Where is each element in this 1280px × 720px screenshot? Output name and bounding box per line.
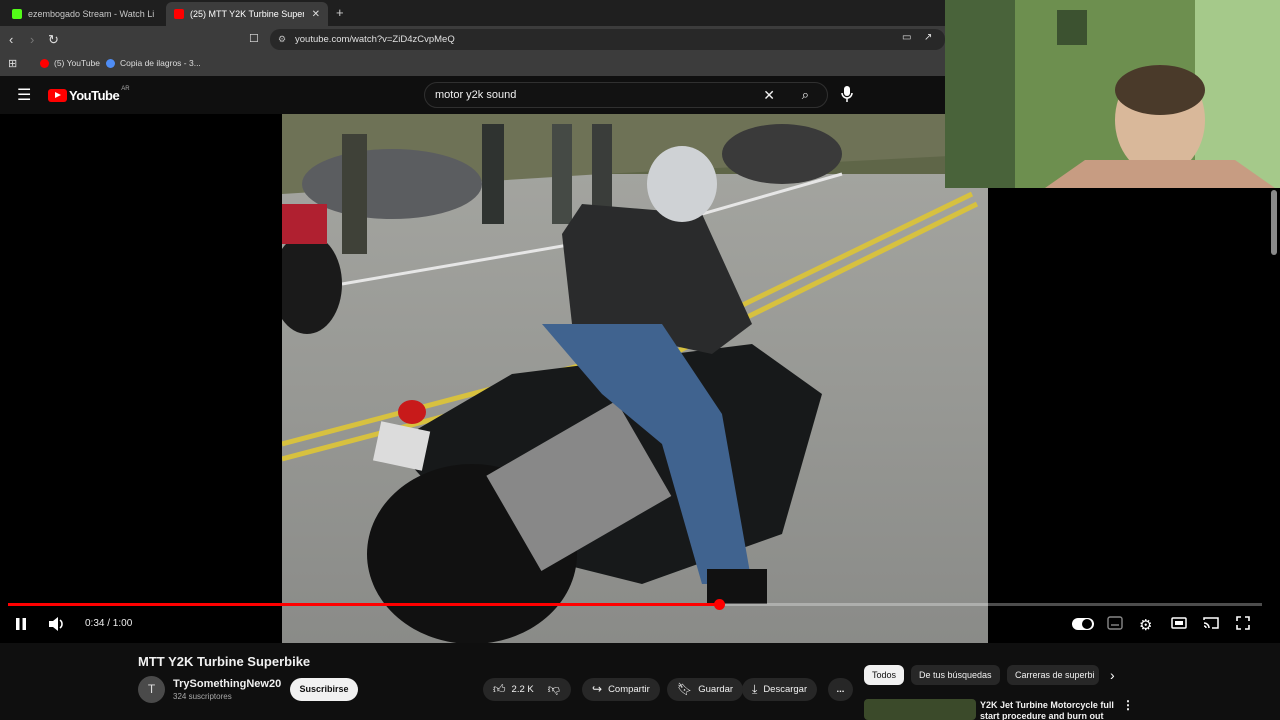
video-details: MTT Y2K Turbine Superbike T TrySomething… xyxy=(0,643,1280,720)
browser-tab-youtube[interactable]: (25) MTT Y2K Turbine Superb ✕ xyxy=(166,2,328,26)
bookmark-youtube[interactable]: (5) YouTube xyxy=(40,58,100,68)
bookmark-copia[interactable]: Copia de ilagros - 3... xyxy=(106,58,201,68)
bookmark-icon[interactable]: ☐ xyxy=(249,32,259,45)
like-dislike-group: 👍︎ 2.2 K 👎︎ xyxy=(483,678,571,701)
settings-gear-icon[interactable]: ⚙ xyxy=(1139,616,1152,634)
browser-tab-kick[interactable]: ezembogado Stream - Watch Live on xyxy=(4,2,162,26)
youtube-play-logo-icon xyxy=(48,89,67,102)
progress-scrubber[interactable] xyxy=(713,599,725,610)
channel-avatar[interactable]: T xyxy=(138,676,165,703)
install-app-icon[interactable]: ▭ xyxy=(902,32,911,43)
autoplay-toggle[interactable] xyxy=(1072,617,1094,634)
volume-icon[interactable] xyxy=(48,616,66,635)
youtube-logo[interactable]: YouTube AR xyxy=(48,85,130,103)
reload-icon[interactable]: ↻ xyxy=(48,32,59,48)
youtube-favicon-icon xyxy=(174,9,184,19)
pause-icon[interactable] xyxy=(14,616,28,635)
search-icon[interactable]: ⌕ xyxy=(802,83,809,107)
microphone-icon[interactable] xyxy=(840,85,854,103)
recommended-title[interactable]: Y2K Jet Turbine Motorcycle full start pr… xyxy=(980,700,1115,720)
browser-tab-bar: ezembogado Stream - Watch Live on (25) M… xyxy=(0,0,945,26)
apps-grid-icon[interactable]: ⊞ xyxy=(8,57,17,70)
forward-icon[interactable]: › xyxy=(30,32,34,47)
cast-icon[interactable] xyxy=(1203,616,1219,633)
download-button[interactable]: ⤓ Descargar xyxy=(742,678,818,701)
share-label: Compartir xyxy=(608,684,650,695)
video-frame[interactable] xyxy=(282,114,988,643)
video-scene-image xyxy=(282,114,988,643)
theater-mode-icon[interactable] xyxy=(1171,616,1187,633)
recommended-more-icon[interactable]: ⋮ xyxy=(1122,698,1134,712)
page-scrollbar[interactable] xyxy=(1271,190,1277,255)
tab-label: (25) MTT Y2K Turbine Superb xyxy=(190,9,304,19)
progress-played xyxy=(8,603,719,606)
bookmark-label: Copia de ilagros - 3... xyxy=(120,58,201,68)
share-button[interactable]: ↪ Compartir xyxy=(582,678,660,701)
chip-de-tus-busquedas[interactable]: De tus búsquedas xyxy=(911,665,1000,685)
menu-icon[interactable]: ☰ xyxy=(17,85,31,105)
save-button[interactable]: 🔖︎ Guardar xyxy=(667,678,744,701)
chevron-right-icon[interactable]: › xyxy=(1110,667,1115,683)
new-tab-button[interactable]: + xyxy=(336,5,344,20)
video-player[interactable]: 0:34 / 1:00 ⚙ xyxy=(0,114,1280,643)
site-info-icon[interactable]: ⚙ xyxy=(278,29,286,50)
region-code: AR xyxy=(121,85,130,92)
subtitles-icon[interactable] xyxy=(1107,616,1123,633)
tab-label: ezembogado Stream - Watch Live on xyxy=(28,9,154,19)
subscribe-button[interactable]: Suscribirse xyxy=(290,678,358,701)
search-query: motor y2k sound xyxy=(435,89,517,101)
url-text: youtube.com/watch?v=ZiD4zCvpMeQ xyxy=(295,34,455,45)
site-icon xyxy=(106,58,115,68)
youtube-icon xyxy=(40,58,49,68)
fullscreen-icon[interactable] xyxy=(1236,616,1250,633)
save-label: Guardar xyxy=(698,684,734,695)
chip-todos[interactable]: Todos xyxy=(864,665,905,685)
share-icon: ↪ xyxy=(592,682,603,696)
recommended-thumbnail[interactable] xyxy=(864,699,976,720)
address-bar[interactable]: ⚙ youtube.com/watch?v=ZiD4zCvpMeQ xyxy=(270,29,945,50)
youtube-header: ☰ YouTube AR motor y2k sound ✕ ⌕ xyxy=(0,76,945,114)
subscriber-count: 324 suscriptores xyxy=(173,692,232,701)
like-count[interactable]: 2.2 K xyxy=(512,678,534,701)
logo-text: YouTube xyxy=(69,88,120,103)
clear-search-icon[interactable]: ✕ xyxy=(763,83,775,107)
download-icon: ⤓ xyxy=(752,682,758,696)
dislike-icon[interactable]: 👎︎ xyxy=(548,678,560,701)
back-icon[interactable]: ‹ xyxy=(9,32,13,47)
webcam-overlay-image xyxy=(945,0,1280,188)
bookmark-label: (5) YouTube xyxy=(54,58,100,68)
browser-toolbar: ‹ › ↻ ☐ ⚙ youtube.com/watch?v=ZiD4zCvpMe… xyxy=(0,26,945,53)
chip-carreras[interactable]: Carreras de superbi xyxy=(1007,665,1099,685)
video-title: MTT Y2K Turbine Superbike xyxy=(138,654,311,669)
save-bookmark-icon: 🔖︎ xyxy=(677,682,693,696)
time-display: 0:34 / 1:00 xyxy=(85,618,133,629)
kick-favicon-icon xyxy=(12,9,22,19)
bookmarks-bar: ⊞ (5) YouTube Copia de ilagros - 3... xyxy=(0,53,945,76)
download-label: Descargar xyxy=(763,684,808,695)
close-tab-icon[interactable]: ✕ xyxy=(312,9,320,20)
share-page-icon[interactable]: ↗ xyxy=(924,32,932,43)
channel-name[interactable]: TrySomethingNew20 xyxy=(173,678,281,690)
like-icon[interactable]: 👍︎ xyxy=(493,678,506,701)
search-input[interactable]: motor y2k sound ✕ ⌕ xyxy=(424,82,828,108)
more-actions-button[interactable]: ... xyxy=(828,678,853,701)
progress-bar[interactable] xyxy=(8,599,1262,610)
